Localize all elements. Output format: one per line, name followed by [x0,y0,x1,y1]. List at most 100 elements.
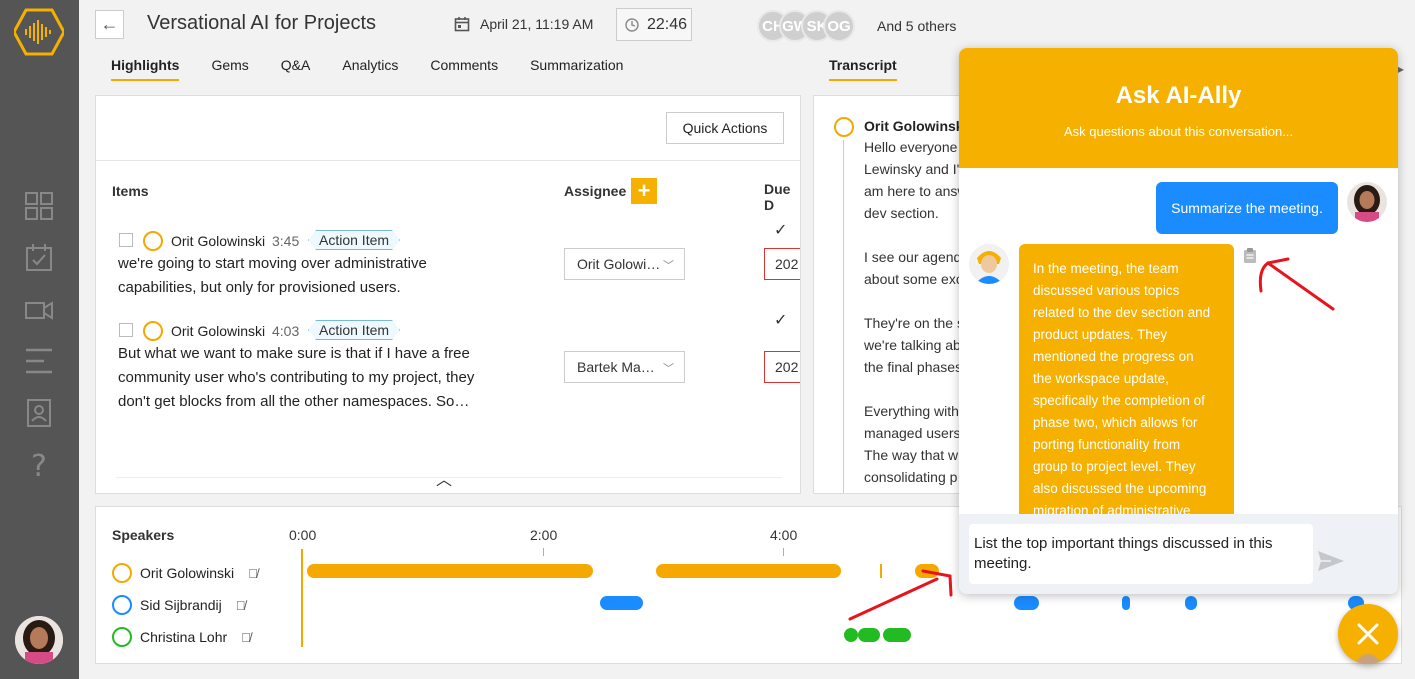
tab-highlights[interactable]: Highlights [111,57,180,81]
dashboard-grid-icon[interactable] [24,191,54,221]
checkmark-icon[interactable]: ✓ [774,220,787,240]
meeting-duration-text: 22:46 [647,15,688,33]
speaker-row-sid[interactable]: Sid Sijbrandij 👁̸ [112,595,245,615]
annotation-arrowhead-copy [1266,257,1290,265]
back-button[interactable]: ← [95,10,124,39]
transcript-line: Hello everyone [864,139,958,155]
item-text: we're going to start moving over adminis… [118,252,498,300]
participant-chip[interactable]: OG [823,10,855,42]
app-logo-icon[interactable] [14,8,64,56]
video-camera-icon[interactable] [24,295,54,325]
other-participants-link[interactable]: And 5 others [877,18,956,34]
eye-slash-icon[interactable]: 👁̸ [248,566,258,581]
item-text-line: we're going to start moving over adminis… [118,255,427,272]
annotation-arrowhead-copy [1258,261,1270,293]
tab-analytics[interactable]: Analytics [342,57,398,81]
list-menu-icon[interactable] [24,346,54,376]
speaker-name: Christina Lohr [140,629,228,645]
item-text-line: don't get blocks from all the other name… [118,393,470,410]
tab-comments[interactable]: Comments [430,57,498,81]
speaker-ring-icon [834,117,854,137]
transcript-paragraph[interactable]: Hello everyone Lewinsky and I' am here t… [864,136,968,224]
item-timestamp[interactable]: 4:03 [272,323,299,339]
speech-segment-orit[interactable] [307,564,593,578]
annotation-arrow-segment [848,577,939,621]
highlights-tabs: Highlights Gems Q&A Analytics Comments S… [111,57,655,81]
user-avatar[interactable] [15,616,63,664]
divider [96,160,800,161]
item-checkbox[interactable] [119,233,133,247]
due-date-field[interactable]: 202 [764,351,800,383]
action-item-tag: Action Item [308,320,400,340]
tab-summarization[interactable]: Summarization [530,57,623,81]
item-speaker-name: Orit Golowinski [171,323,266,339]
eye-slash-icon[interactable]: 👁̸ [236,598,246,613]
speech-segment-orit[interactable] [656,564,841,578]
add-assignee-button[interactable]: + [631,178,657,204]
tab-transcript[interactable]: Transcript [829,57,897,81]
speech-segment-sid[interactable] [600,596,643,610]
speaker-row-orit[interactable]: Orit Golowinski 👁̸ [112,563,258,583]
left-nav-rail: ? [0,0,79,679]
speaker-row-christina[interactable]: Christina Lohr 👁̸ [112,627,251,647]
meeting-date-text: April 21, 11:19 AM [480,16,594,32]
tab-gems[interactable]: Gems [211,57,248,81]
assignee-select[interactable]: Bartek Ma… ﹀ [564,351,685,383]
close-icon [1354,623,1382,664]
calendar-check-icon[interactable] [24,243,54,273]
highlights-panel: Quick Actions Items Assignee + Due D Ori… [95,95,801,494]
speech-segment-christina[interactable] [883,628,911,642]
items-column-header: Items [112,183,149,199]
timeline-playhead[interactable] [301,549,303,647]
speaker-name: Sid Sijbrandij [140,597,222,613]
due-date-column-header: Due D [764,181,791,213]
transcript-line: dev section. [864,205,939,221]
participant-chips[interactable]: CH GW SK OG [757,10,855,42]
speaker-ring-icon [143,231,163,251]
clock-icon [625,17,639,32]
speech-segment-christina[interactable] [844,628,858,642]
scroll-caret-icon[interactable]: ▸ [1398,62,1404,76]
meeting-date: April 21, 11:19 AM [454,16,593,32]
speech-segment-christina[interactable] [858,628,880,642]
eye-slash-icon[interactable]: 👁̸ [241,630,251,645]
assignee-select[interactable]: Orit Golowi… ﹀ [564,248,685,280]
timeline-tick-label: 2:00 [530,527,558,543]
chevron-down-icon: ﹀ [663,260,674,272]
timeline-tick-mark [543,548,544,556]
item-text-line: But what we want to make sure is that if… [118,345,470,362]
due-date-field[interactable]: 202 [764,248,800,280]
action-item-tag: Action Item [308,230,400,250]
item-text-line: capabilities, but only for provisioned u… [118,279,401,296]
plus-icon: + [637,178,651,203]
quick-actions-button[interactable]: Quick Actions [666,112,784,144]
item-text: But what we want to make sure is that if… [118,342,498,414]
transcript-speaker-name: Orit Golowinski [864,118,968,134]
transcript-line: Lewinsky and I' [864,161,960,177]
annotation-arrow-copy [1266,261,1335,311]
item-checkbox[interactable] [119,323,133,337]
user-avatar [1347,182,1387,222]
item-timestamp[interactable]: 3:45 [272,233,299,249]
chat-header: Ask AI-Ally Ask questions about this con… [959,48,1398,168]
chat-title: Ask AI-Ally [1115,82,1242,109]
checkmark-icon[interactable]: ✓ [774,310,787,330]
item-speaker-name: Orit Golowinski [171,233,266,249]
user-message-bubble: Summarize the meeting. [1156,182,1338,234]
transcript-line: am here to answ [864,183,968,199]
close-chat-button[interactable] [1338,604,1398,664]
assignee-column-header: Assignee [564,183,627,199]
speaker-ring-icon [143,321,163,341]
item-text-line: community user who's contributing to my … [118,369,475,386]
meeting-duration: 22:46 [616,8,692,41]
speakers-label: Speakers [112,527,175,543]
speaker-ring-icon [112,563,132,583]
chat-subtitle: Ask questions about this conversation... [1063,124,1294,139]
help-question-icon[interactable]: ? [24,450,54,480]
calendar-icon [454,17,470,32]
tab-qa[interactable]: Q&A [281,57,311,81]
contacts-card-icon[interactable] [24,398,54,428]
assignee-value: Orit Golowi… [577,256,661,272]
collapse-chevron-up-icon[interactable]: ︿ [436,466,452,490]
timeline-tick-label: 4:00 [770,527,798,543]
